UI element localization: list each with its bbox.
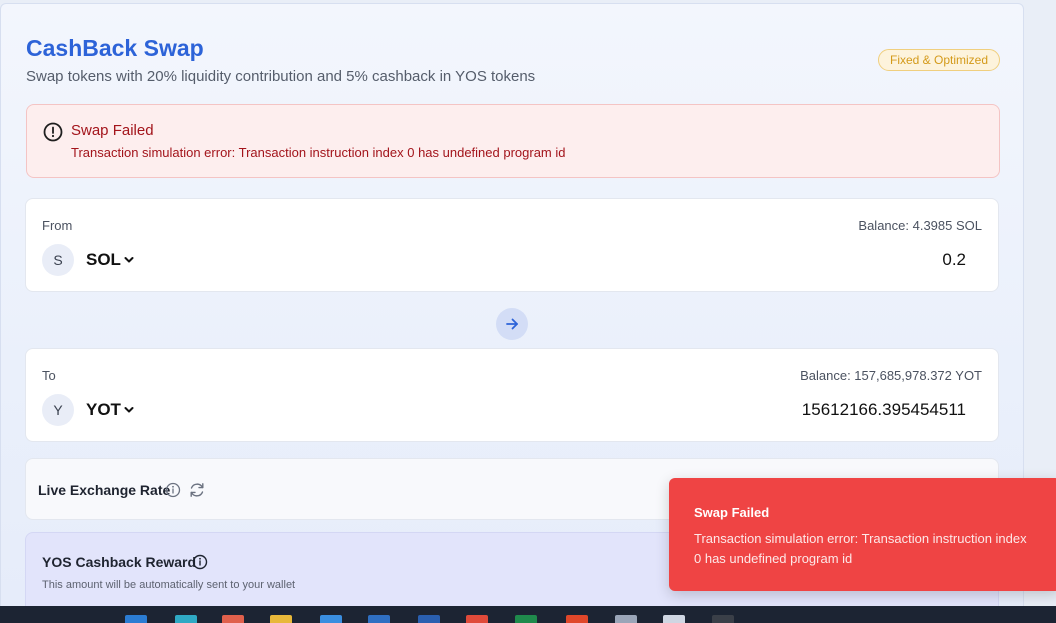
- to-token-select[interactable]: YOT: [86, 400, 134, 420]
- to-panel: To Balance: 157,685,978.372 YOT Y YOT 15…: [25, 348, 999, 442]
- from-balance: Balance: 4.3985 SOL: [858, 218, 982, 233]
- refresh-icon[interactable]: [188, 481, 206, 499]
- from-panel: From Balance: 4.3985 SOL S SOL 0.2: [25, 198, 999, 292]
- taskbar-app-icon[interactable]: [466, 615, 488, 623]
- taskbar-app-icon[interactable]: [615, 615, 637, 623]
- arrow-right-icon: [506, 318, 518, 330]
- page-subtitle: Swap tokens with 20% liquidity contribut…: [26, 68, 536, 85]
- cashback-title: YOS Cashback Reward: [42, 554, 197, 570]
- alert-title: Swap Failed: [71, 122, 154, 139]
- cashback-note: This amount will be automatically sent t…: [42, 579, 296, 591]
- taskbar-app-icon[interactable]: [320, 615, 342, 623]
- page-title: CashBack Swap: [26, 35, 204, 61]
- info-icon[interactable]: [192, 554, 208, 570]
- chevron-down-icon: [124, 257, 134, 263]
- os-taskbar: [0, 606, 1056, 623]
- toast-message: Transaction simulation error: Transactio…: [694, 531, 1027, 566]
- taskbar-app-icon[interactable]: [175, 615, 197, 623]
- error-toast[interactable]: Swap Failed Transaction simulation error…: [669, 478, 1056, 591]
- from-amount-input[interactable]: 0.2: [942, 250, 966, 270]
- from-token-avatar: S: [42, 244, 74, 276]
- to-amount-output: 15612166.395454511: [801, 400, 966, 419]
- info-icon[interactable]: [165, 482, 181, 498]
- error-alert: Swap Failed Transaction simulation error…: [26, 104, 1000, 178]
- alert-circle-icon: [43, 122, 63, 142]
- taskbar-app-icon[interactable]: [368, 615, 390, 623]
- taskbar-app-icon[interactable]: [270, 615, 292, 623]
- status-badge: Fixed & Optimized: [878, 49, 1001, 71]
- taskbar-app-icon[interactable]: [125, 615, 147, 623]
- from-token-select[interactable]: SOL: [86, 250, 134, 270]
- taskbar-app-icon[interactable]: [222, 615, 244, 623]
- to-label: To: [42, 368, 56, 383]
- taskbar-app-icon[interactable]: [663, 615, 685, 623]
- chevron-down-icon: [124, 407, 134, 413]
- taskbar-app-icon[interactable]: [418, 615, 440, 623]
- to-token-avatar: Y: [42, 394, 74, 426]
- taskbar-app-icon[interactable]: [566, 615, 588, 623]
- toast-title: Swap Failed: [694, 505, 770, 520]
- to-balance: Balance: 157,685,978.372 YOT: [800, 368, 982, 383]
- from-label: From: [42, 218, 73, 233]
- from-token-symbol: SOL: [86, 250, 121, 269]
- to-token-symbol: YOT: [86, 400, 121, 419]
- switch-direction-button[interactable]: [496, 308, 528, 340]
- alert-message: Transaction simulation error: Transactio…: [71, 145, 566, 160]
- exchange-rate-label: Live Exchange Rate: [38, 482, 171, 498]
- taskbar-app-icon[interactable]: [712, 615, 734, 623]
- taskbar-app-icon[interactable]: [515, 615, 537, 623]
